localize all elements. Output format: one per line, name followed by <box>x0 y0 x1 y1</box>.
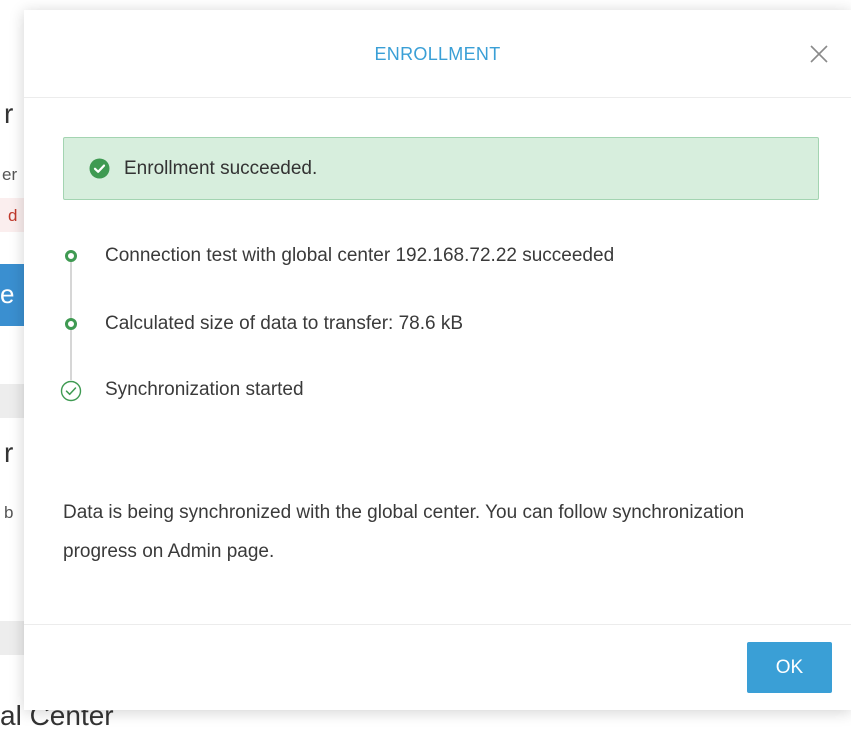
step-item-synchronization: Synchronization started <box>54 371 824 407</box>
modal-footer: OK <box>24 624 851 710</box>
success-alert: Enrollment succeeded. <box>63 137 819 200</box>
sync-info-text: Data is being synchronized with the glob… <box>63 502 745 562</box>
alert-message: Enrollment succeeded. <box>124 157 318 179</box>
background-error-fragment: d <box>8 206 18 225</box>
background-heading-fragment: r <box>4 437 14 468</box>
background-row <box>0 621 24 655</box>
close-icon <box>810 45 828 63</box>
enrollment-steps: Connection test with global center 192.1… <box>54 235 824 425</box>
check-circle-outline-icon <box>60 380 82 402</box>
background-text-fragment: er <box>2 165 18 184</box>
background-button-fragment: e <box>0 279 15 309</box>
background-text-fragment: b <box>4 503 14 522</box>
step-label: Synchronization started <box>105 379 304 400</box>
background-heading-fragment: r <box>4 98 14 129</box>
check-circle-filled-icon <box>89 158 110 179</box>
circle-dot-icon <box>65 318 77 330</box>
step-label: Connection test with global center 192.1… <box>105 245 615 266</box>
step-item-data-size: Calculated size of data to transfer: 78.… <box>54 305 824 341</box>
step-item-connection-test: Connection test with global center 192.1… <box>54 237 824 273</box>
background-row <box>0 384 24 418</box>
ok-button[interactable]: OK <box>747 642 832 693</box>
modal-header: ENROLLMENT <box>24 10 851 98</box>
modal-title: ENROLLMENT <box>374 44 501 64</box>
close-button[interactable] <box>803 38 835 70</box>
enrollment-modal: ENROLLMENT Enrollment succeeded. Connect… <box>24 10 851 710</box>
circle-dot-icon <box>65 250 77 262</box>
step-label: Calculated size of data to transfer: 78.… <box>105 313 464 334</box>
